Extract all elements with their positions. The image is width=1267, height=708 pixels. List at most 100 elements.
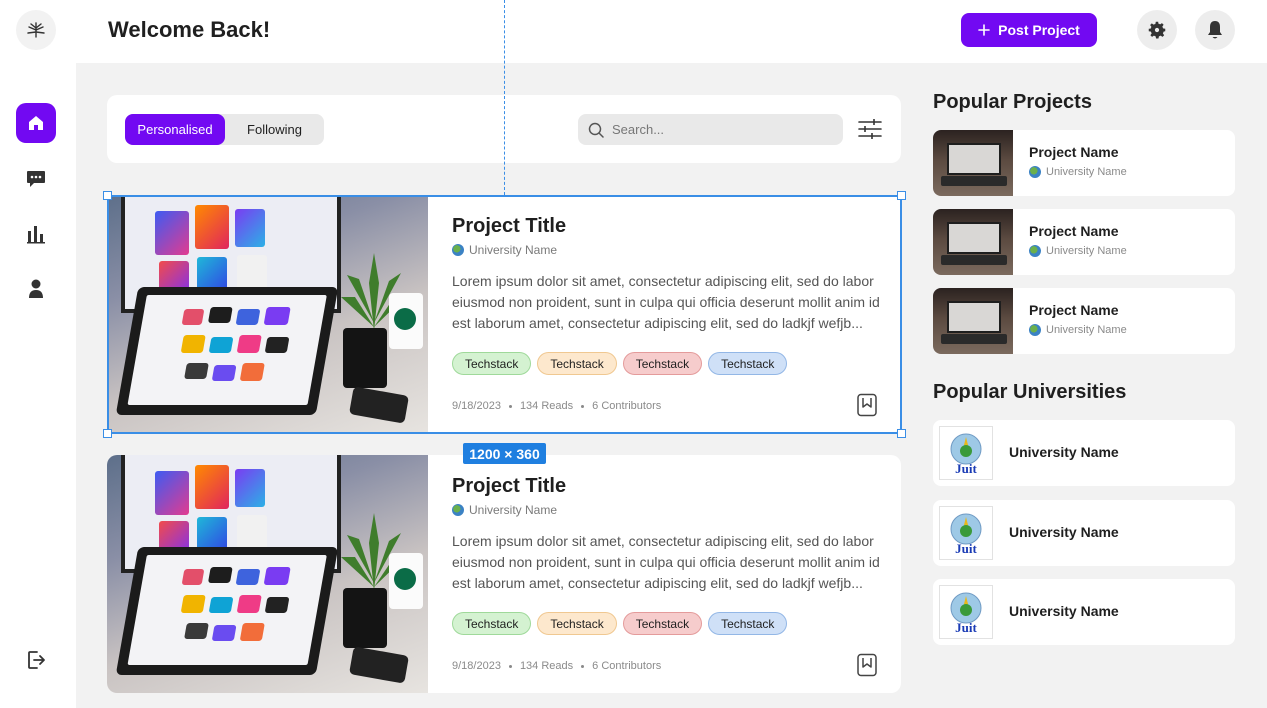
popular-university-name: University Name <box>1009 444 1119 460</box>
popular-university-item[interactable]: Juit University Name <box>933 579 1235 645</box>
popular-project-name: Project Name <box>1029 223 1119 239</box>
notifications-button[interactable] <box>1195 10 1235 50</box>
project-image <box>107 195 428 433</box>
alignment-guide <box>504 0 505 195</box>
logout-button[interactable] <box>16 640 56 680</box>
project-thumbnail <box>933 288 1013 354</box>
project-date: 9/18/2023 <box>452 400 501 412</box>
globe-icon <box>1029 166 1041 178</box>
post-project-button[interactable]: Post Project <box>961 13 1097 47</box>
university-name: University Name <box>1046 166 1127 178</box>
bar-chart-icon <box>27 226 45 244</box>
settings-button[interactable] <box>1137 10 1177 50</box>
logo-text: Juit <box>955 541 977 556</box>
project-reads: 134 Reads <box>519 660 574 672</box>
university-name: University Name <box>1046 245 1127 257</box>
project-date: 9/18/2023 <box>452 660 501 672</box>
popular-project-item[interactable]: Project Name University Name <box>933 209 1235 275</box>
project-card-body: Project Title University Name Lorem ipsu… <box>452 455 882 693</box>
tag-list: Techstack Techstack Techstack Techstack <box>452 352 788 375</box>
top-header: Welcome Back! Post Project <box>76 0 1267 63</box>
popular-projects-title: Popular Projects <box>933 91 1092 113</box>
gear-icon <box>1148 21 1166 39</box>
project-university-name: University Name <box>469 243 558 257</box>
globe-icon <box>452 244 464 256</box>
tag[interactable]: Techstack <box>537 612 617 635</box>
popular-project-university: University Name <box>1029 166 1127 178</box>
fern-logo-icon[interactable] <box>16 10 56 50</box>
bookmark-icon[interactable] <box>856 393 878 417</box>
project-description: Lorem ipsum dolor sit amet, consectetur … <box>452 273 880 331</box>
popular-university-item[interactable]: Juit University Name <box>933 420 1235 486</box>
user-icon <box>29 279 43 298</box>
sidebar-item-home[interactable] <box>16 103 56 143</box>
tag[interactable]: Techstack <box>452 612 532 635</box>
project-image <box>107 455 428 693</box>
chat-icon <box>27 171 45 187</box>
tag[interactable]: Techstack <box>452 352 532 375</box>
project-title[interactable]: Project Title <box>452 475 566 498</box>
project-thumbnail <box>933 209 1013 275</box>
project-contributors: 6 Contributors <box>592 400 662 412</box>
tag[interactable]: Techstack <box>708 352 788 375</box>
popular-project-item[interactable]: Project Name University Name <box>933 130 1235 196</box>
home-icon <box>29 116 43 130</box>
tab-personalised[interactable]: Personalised <box>125 114 225 145</box>
university-logo: Juit <box>939 585 993 639</box>
sidebar-item-profile[interactable] <box>16 269 56 309</box>
separator-dot <box>581 404 585 408</box>
project-contributors: 6 Contributors <box>592 660 662 672</box>
bell-icon <box>1208 21 1222 39</box>
popular-university-name: University Name <box>1009 524 1119 540</box>
tab-following[interactable]: Following <box>225 114 324 145</box>
project-description: Lorem ipsum dolor sit amet, consectetur … <box>452 533 880 591</box>
search-input[interactable] <box>612 122 812 137</box>
feed-tabs: Personalised Following <box>125 114 324 145</box>
project-card[interactable]: Project Title University Name Lorem ipsu… <box>107 195 901 433</box>
tag[interactable]: Techstack <box>622 612 703 635</box>
project-card-body: Project Title University Name Lorem ipsu… <box>452 195 882 433</box>
project-title[interactable]: Project Title <box>452 215 566 238</box>
separator-dot <box>581 664 585 668</box>
sidebar <box>0 0 76 708</box>
dimension-label: 1200 × 360 <box>463 443 546 464</box>
project-university: University Name <box>452 243 557 257</box>
project-meta: 9/18/2023 134 Reads 6 Contributors <box>452 400 661 412</box>
project-reads: 134 Reads <box>519 400 574 412</box>
project-card[interactable]: Project Title University Name Lorem ipsu… <box>107 455 901 693</box>
tag-list: Techstack Techstack Techstack Techstack <box>452 612 788 635</box>
globe-icon <box>452 504 464 516</box>
project-meta: 9/18/2023 134 Reads 6 Contributors <box>452 660 661 672</box>
logo-text: Juit <box>955 461 977 476</box>
search-icon <box>588 122 604 138</box>
popular-project-name: Project Name <box>1029 144 1119 160</box>
separator-dot <box>508 404 512 408</box>
bookmark-icon[interactable] <box>856 653 878 677</box>
sidebar-item-messages[interactable] <box>16 158 56 198</box>
popular-university-name: University Name <box>1009 603 1119 619</box>
page-title: Welcome Back! <box>108 17 271 42</box>
plus-icon <box>978 24 990 36</box>
sidebar-item-stats[interactable] <box>16 214 56 254</box>
separator-dot <box>508 664 512 668</box>
popular-project-item[interactable]: Project Name University Name <box>933 288 1235 354</box>
logo-text: Juit <box>955 620 977 635</box>
post-project-label: Post Project <box>998 22 1080 38</box>
popular-project-university: University Name <box>1029 245 1127 257</box>
project-university-name: University Name <box>469 503 558 517</box>
popular-university-item[interactable]: Juit University Name <box>933 500 1235 566</box>
tag[interactable]: Techstack <box>537 352 617 375</box>
popular-project-university: University Name <box>1029 324 1127 336</box>
university-name: University Name <box>1046 324 1127 336</box>
project-thumbnail <box>933 130 1013 196</box>
tag[interactable]: Techstack <box>708 612 788 635</box>
university-logo: Juit <box>939 506 993 560</box>
popular-project-name: Project Name <box>1029 302 1119 318</box>
search-box <box>578 114 843 145</box>
tag[interactable]: Techstack <box>622 352 703 375</box>
sliders-icon[interactable] <box>857 117 883 141</box>
main-content: Personalised Following Search... Project… <box>76 63 1267 708</box>
popular-universities-title: Popular Universities <box>933 381 1127 403</box>
project-university: University Name <box>452 503 557 517</box>
globe-icon <box>1029 324 1041 336</box>
